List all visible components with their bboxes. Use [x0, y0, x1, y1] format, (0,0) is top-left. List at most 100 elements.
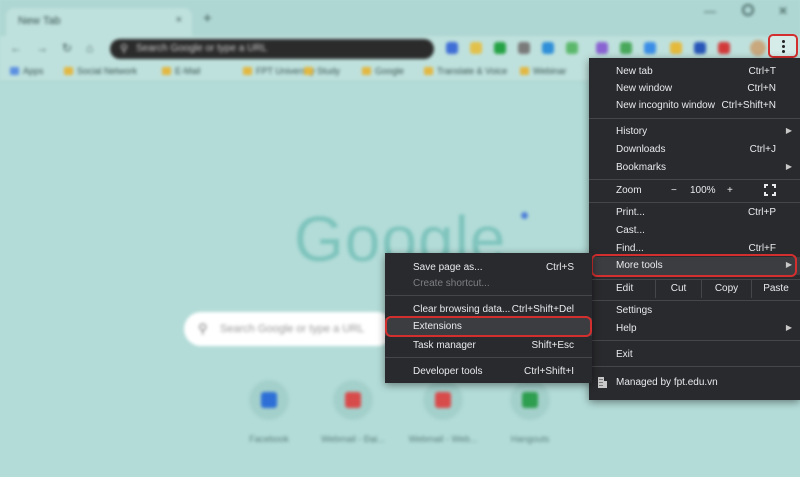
apps-grid-icon [10, 67, 19, 75]
three-dots-icon [782, 40, 785, 55]
menu-zoom-row: Zoom − 100% + [589, 182, 800, 200]
bookmark-folder[interactable]: E-Mail [162, 66, 201, 76]
menu-item-label: Task manager [413, 340, 476, 351]
menu-item-help[interactable]: Help ▶ [589, 320, 800, 338]
extension-icon[interactable] [718, 42, 730, 54]
menu-item-label: Downloads [616, 144, 666, 155]
menu-item-exit[interactable]: Exit [589, 346, 800, 364]
menu-separator [589, 202, 800, 203]
profile-avatar[interactable] [750, 40, 766, 56]
menu-item-label: Developer tools [413, 366, 483, 377]
bookmark-folder[interactable]: Google [362, 66, 404, 76]
menu-item-label: Help [616, 323, 637, 334]
extension-icon[interactable] [446, 42, 458, 54]
folder-icon [304, 67, 313, 75]
bookmark-folder[interactable]: Webinar [520, 66, 566, 76]
webmail-icon [435, 392, 451, 408]
menu-item-create-shortcut: Create shortcut... [385, 275, 592, 293]
fullscreen-icon[interactable] [764, 184, 776, 196]
more-tools-highlight-ring [591, 254, 797, 277]
shortcut-circle [510, 380, 550, 420]
zoom-in-button[interactable]: + [727, 185, 733, 196]
extension-icon[interactable] [494, 42, 506, 54]
menu-item-bookmarks[interactable]: Bookmarks ▶ [589, 159, 800, 177]
menu-separator [385, 295, 592, 296]
copy-button[interactable]: Copy [701, 280, 751, 298]
submenu-arrow-icon: ▶ [785, 126, 792, 135]
shortcut-label: Hangouts [510, 434, 550, 444]
zoom-out-button[interactable]: − [671, 185, 677, 196]
shortcut-circle [333, 380, 373, 420]
chrome-menu-button[interactable] [768, 34, 798, 58]
page-search-box[interactable]: ⚲ Search Google or type a URL [184, 312, 394, 346]
back-icon[interactable]: ← [10, 41, 22, 55]
logo-doodle-dot [521, 212, 528, 219]
extension-icon[interactable] [694, 42, 706, 54]
shortcut-tile[interactable]: Webmail - Đại... [318, 380, 388, 444]
bookmark-folder[interactable]: Translate & Voice [424, 66, 507, 76]
extension-icon[interactable] [596, 42, 608, 54]
menu-item-managed[interactable]: Managed by fpt.edu.vn [589, 374, 800, 392]
forward-icon[interactable]: → [36, 41, 48, 55]
bookmark-apps[interactable]: Apps [10, 66, 44, 76]
menu-separator [589, 118, 800, 119]
cut-button[interactable]: Cut [655, 280, 701, 298]
new-tab-plus-icon[interactable]: + [203, 10, 212, 27]
menu-item-label: Create shortcut... [413, 278, 490, 289]
tab-close-icon[interactable]: × [176, 14, 182, 26]
menu-item-label: New window [616, 83, 673, 94]
menu-item-new-tab[interactable]: New tab Ctrl+T [589, 63, 800, 81]
menu-item-label: Find... [616, 243, 644, 254]
address-placeholder: Search Google or type a URL [136, 43, 268, 54]
shortcut-tile[interactable]: Facebook [234, 380, 304, 444]
extension-icon[interactable] [670, 42, 682, 54]
menu-separator [589, 366, 800, 367]
menu-item-cast[interactable]: Cast... [589, 222, 800, 240]
menu-item-label: Print... [616, 207, 645, 218]
menu-item-shortcut: Ctrl+J [749, 144, 776, 155]
extension-icon[interactable] [518, 42, 530, 54]
menu-item-label: Bookmarks [616, 162, 667, 173]
chrome-main-menu: New tab Ctrl+T New window Ctrl+N New inc… [589, 58, 800, 400]
shortcut-label: Facebook [249, 434, 289, 444]
menu-item-developer-tools[interactable]: Developer tools Ctrl+Shift+I [385, 363, 592, 381]
bookmark-folder[interactable]: Social Network [64, 66, 137, 76]
extension-icon[interactable] [644, 42, 656, 54]
menu-item-new-window[interactable]: New window Ctrl+N [589, 80, 800, 98]
shortcut-tile[interactable]: Hangouts [495, 380, 565, 444]
window-minimize-icon[interactable]: — [704, 4, 716, 18]
menu-item-new-incognito-window[interactable]: New incognito window Ctrl+Shift+N [589, 97, 800, 115]
tab-new-tab[interactable]: New Tab × [6, 8, 192, 36]
facebook-icon [261, 392, 277, 408]
shortcut-tile[interactable]: Webmail - Web... [408, 380, 478, 444]
extension-icon[interactable] [542, 42, 554, 54]
extension-icon[interactable] [620, 42, 632, 54]
menu-item-label: Exit [616, 349, 633, 360]
menu-item-label: Save page as... [413, 262, 483, 273]
zoom-level: 100% [690, 185, 716, 196]
menu-item-print[interactable]: Print... Ctrl+P [589, 204, 800, 222]
submenu-arrow-icon: ▶ [785, 323, 792, 332]
profile-circle-icon[interactable] [742, 4, 754, 16]
menu-item-task-manager[interactable]: Task manager Shift+Esc [385, 337, 592, 355]
bookmark-folder[interactable]: Study [304, 66, 340, 76]
extension-icon[interactable] [566, 42, 578, 54]
menu-item-label: History [616, 126, 648, 137]
folder-icon [424, 67, 433, 75]
shortcut-label: Webmail - Đại... [321, 434, 385, 444]
extension-icon[interactable] [470, 42, 482, 54]
address-search-icon: ⚲ [120, 43, 129, 55]
menu-item-shortcut: Ctrl+P [747, 207, 776, 218]
submenu-arrow-icon: ▶ [785, 162, 792, 171]
reload-icon[interactable]: ↻ [62, 41, 72, 55]
menu-item-shortcut: Ctrl+S [545, 262, 574, 273]
menu-item-settings[interactable]: Settings [589, 302, 800, 320]
managed-by-label: Managed by fpt.edu.vn [616, 377, 718, 388]
menu-item-history[interactable]: History ▶ [589, 123, 800, 141]
home-icon[interactable]: ⌂ [86, 41, 93, 55]
tab-strip: New Tab × + — ✕ [0, 0, 800, 36]
menu-item-downloads[interactable]: Downloads Ctrl+J [589, 141, 800, 159]
window-close-icon[interactable]: ✕ [778, 4, 788, 18]
address-bar[interactable]: ⚲ Search Google or type a URL [110, 39, 434, 59]
paste-button[interactable]: Paste [751, 280, 800, 298]
